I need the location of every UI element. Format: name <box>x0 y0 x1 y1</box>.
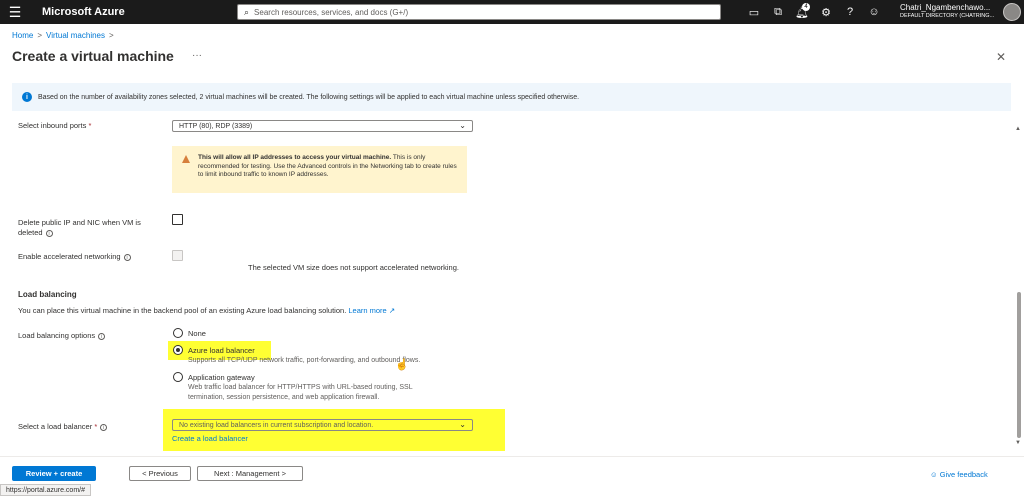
accelerated-networking-checkbox[interactable] <box>172 250 183 261</box>
warning-box: This will allow all IP addresses to acce… <box>172 146 467 193</box>
settings-gear-icon[interactable]: ⚙ <box>814 0 838 24</box>
inbound-ports-label-text: Select inbound ports <box>18 121 87 130</box>
select-load-balancer-dropdown[interactable]: No existing load balancers in current su… <box>172 419 473 431</box>
load-balancing-description-text: You can place this virtual machine in th… <box>18 306 347 315</box>
breadcrumb: Home > Virtual machines > <box>12 31 114 40</box>
status-bar-url: https://portal.azure.com/# <box>0 484 91 496</box>
inbound-ports-value: HTTP (80), RDP (3389) <box>179 122 253 130</box>
chevron-down-icon: ⌄ <box>459 420 466 429</box>
page-title: Create a virtual machine <box>12 48 174 64</box>
option-none-label: None <box>188 329 206 338</box>
delete-ip-label-line2: deleted i <box>18 228 141 238</box>
search-placeholder: Search resources, services, and docs (G+… <box>254 7 409 17</box>
cloud-shell-icon[interactable]: ▭ <box>742 0 766 24</box>
chevron-down-icon: ⌄ <box>459 121 466 130</box>
scroll-down-arrow-icon[interactable]: ▼ <box>1015 440 1021 446</box>
load-balancing-options-label-text: Load balancing options <box>18 331 96 340</box>
top-icons: ▭ ⧉ 🔔︎ 4 ⚙ ? ☺ <box>742 0 886 24</box>
breadcrumb-home[interactable]: Home <box>12 31 33 40</box>
notifications-icon[interactable]: 🔔︎ 4 <box>790 0 814 24</box>
info-icon: i <box>22 92 32 102</box>
accelerated-networking-label-text: Enable accelerated networking <box>18 252 121 261</box>
option-app-gateway-desc1: Web traffic load balancer for HTTP/HTTPS… <box>188 384 413 391</box>
accelerated-networking-note: The selected VM size does not support ac… <box>248 263 459 272</box>
delete-ip-label: Delete public IP and NIC when VM is dele… <box>18 218 141 238</box>
load-balancing-heading: Load balancing <box>18 290 77 299</box>
review-create-button[interactable]: Review + create <box>12 466 96 481</box>
breadcrumb-virtual-machines[interactable]: Virtual machines <box>46 31 105 40</box>
account-info[interactable]: Chatri_Ngambenchawo... DEFAULT DIRECTORY… <box>900 3 994 21</box>
info-circle-icon[interactable]: i <box>98 332 106 340</box>
warning-icon <box>182 155 190 163</box>
learn-more-text: Learn more <box>348 306 387 315</box>
warning-bold-text: This will allow all IP addresses to acce… <box>198 154 392 161</box>
select-load-balancer-label: Select a load balancer * i <box>18 422 108 432</box>
radio-none[interactable] <box>173 328 183 338</box>
option-azure-lb-desc: Supports all TCP/UDP network traffic, po… <box>188 357 421 364</box>
avatar[interactable] <box>1003 3 1021 21</box>
menu-icon[interactable]: ☰ <box>0 0 30 24</box>
breadcrumb-separator: > <box>37 31 43 40</box>
breadcrumb-separator: > <box>109 31 114 40</box>
previous-button[interactable]: < Previous <box>129 466 191 481</box>
select-load-balancer-value: No existing load balancers in current su… <box>179 421 374 429</box>
search-icon: ⌕ <box>244 6 250 17</box>
info-circle-icon[interactable]: i <box>123 253 131 261</box>
load-balancing-options-label: Load balancing options i <box>18 331 106 341</box>
load-balancing-description: You can place this virtual machine in th… <box>18 306 395 316</box>
option-app-gateway-desc2: termination, session persistence, and we… <box>188 394 380 401</box>
account-directory: DEFAULT DIRECTORY (CHATRING... <box>900 13 995 19</box>
select-load-balancer-label-text: Select a load balancer <box>18 422 93 431</box>
delete-ip-label-line1: Delete public IP and NIC when VM is <box>18 218 141 227</box>
scroll-up-arrow-icon[interactable]: ▲ <box>1015 126 1021 132</box>
notification-badge: 4 <box>802 3 810 11</box>
account-user: Chatri_Ngambenchawo... <box>900 3 991 12</box>
next-management-button[interactable]: Next : Management > <box>197 466 303 481</box>
feedback-icon: ☺ <box>930 470 938 479</box>
scrollbar-thumb[interactable] <box>1017 292 1021 438</box>
inbound-ports-dropdown[interactable]: HTTP (80), RDP (3389) ⌄ <box>172 120 473 132</box>
help-icon[interactable]: ? <box>838 0 862 24</box>
mouse-cursor-icon: ☝ <box>395 359 409 371</box>
radio-application-gateway[interactable] <box>173 372 183 382</box>
info-banner: i Based on the number of availability zo… <box>12 83 1011 111</box>
footer-divider <box>0 456 1024 457</box>
info-circle-icon[interactable]: i <box>45 229 53 237</box>
directory-filter-icon[interactable]: ⧉ <box>766 0 790 24</box>
accelerated-networking-label: Enable accelerated networking i <box>18 252 131 262</box>
info-circle-icon[interactable]: i <box>100 423 108 431</box>
option-azure-lb-label: Azure load balancer <box>188 346 255 355</box>
option-app-gateway-label: Application gateway <box>188 373 255 382</box>
search-input[interactable]: ⌕ Search resources, services, and docs (… <box>237 4 721 20</box>
create-load-balancer-link[interactable]: Create a load balancer <box>172 434 248 444</box>
close-icon[interactable]: ✕ <box>996 50 1006 64</box>
brand-title[interactable]: Microsoft Azure <box>42 6 125 18</box>
give-feedback-text: Give feedback <box>939 470 988 479</box>
radio-azure-load-balancer[interactable] <box>173 345 183 355</box>
feedback-icon[interactable]: ☺ <box>862 0 886 24</box>
give-feedback-link[interactable]: ☺ Give feedback <box>930 470 988 479</box>
delete-ip-label-line2-text: deleted <box>18 228 43 237</box>
inbound-ports-label: Select inbound ports * <box>18 121 92 130</box>
learn-more-link[interactable]: Learn more ↗ <box>348 306 395 315</box>
external-link-icon: ↗ <box>388 306 396 315</box>
banner-text: Based on the number of availability zone… <box>38 93 580 101</box>
delete-ip-checkbox[interactable] <box>172 214 183 225</box>
more-options-icon[interactable]: ··· <box>192 50 202 61</box>
